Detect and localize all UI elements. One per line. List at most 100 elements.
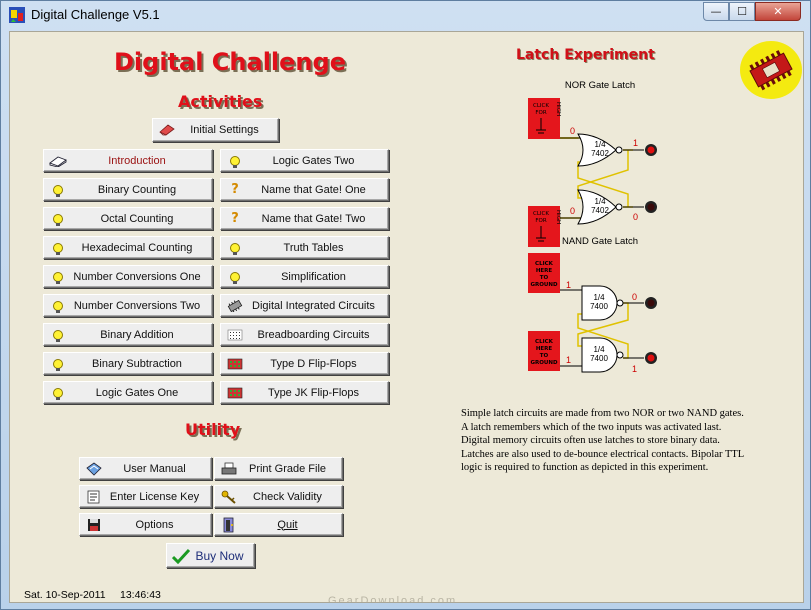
chip-icon <box>225 299 245 312</box>
activity-name-that-gate-one-button[interactable]: ? Name that Gate! One <box>220 178 389 201</box>
flipflop-icon <box>225 387 245 399</box>
nand-input-top-state: 1 <box>566 280 571 290</box>
nor-output-top-state: 1 <box>633 138 638 148</box>
options-label: Options <box>135 518 174 531</box>
activity-type-jk-flip-flops-button[interactable]: Type JK Flip-Flops <box>220 381 389 404</box>
activity-label: Binary Subtraction <box>92 357 182 370</box>
initial-settings-label: Initial Settings <box>190 124 259 136</box>
lightbulb-icon <box>225 155 245 168</box>
lightbulb-icon <box>48 271 68 284</box>
minimize-button[interactable]: — <box>703 2 729 21</box>
nand-bottom-switch-line4: GROUND <box>530 360 557 366</box>
activity-label: Type D Flip-Flops <box>270 357 357 370</box>
lightbulb-icon <box>225 271 245 284</box>
options-button[interactable]: Options <box>79 513 212 536</box>
nand-top-switch[interactable]: CLICK HERE TO GROUND <box>528 253 560 293</box>
activity-name-that-gate-two-button[interactable]: ? Name that Gate! Two <box>220 207 389 230</box>
lightbulb-icon <box>48 358 68 371</box>
nor-bottom-switch[interactable]: CLICK FOR HIGH <box>528 206 561 247</box>
activity-label: Digital Integrated Circuits <box>252 299 375 312</box>
user-manual-label: User Manual <box>123 462 186 475</box>
lightbulb-icon <box>225 242 245 255</box>
nor-top-gate-fraction: 1/4 <box>594 140 606 149</box>
nand-bottom-gate-fraction: 1/4 <box>593 345 605 354</box>
activity-octal-counting-button[interactable]: Octal Counting <box>43 207 213 230</box>
nand-bottom-switch-line2: HERE <box>536 346 553 352</box>
enter-license-key-button[interactable]: Enter License Key <box>79 485 212 508</box>
nand-top-switch-line3: TO <box>540 275 549 281</box>
nor-top-switch-high: HIGH <box>555 102 561 116</box>
nand-top-switch-line4: GROUND <box>530 282 557 288</box>
user-manual-button[interactable]: User Manual <box>79 457 212 480</box>
nor-bottom-switch-line2: FOR <box>535 218 546 224</box>
lightbulb-icon <box>48 242 68 255</box>
activities-heading: Activities <box>178 92 263 111</box>
nor-top-switch[interactable]: CLICK FOR HIGH <box>528 98 561 139</box>
lightbulb-icon <box>48 213 68 226</box>
app-heading: Digital Challenge <box>114 48 346 76</box>
activity-label: Binary Addition <box>100 328 174 341</box>
activity-label: Number Conversions One <box>73 270 201 283</box>
latch-experiment-heading: Latch Experiment <box>516 47 655 63</box>
nand-bottom-switch-line3: TO <box>540 353 549 359</box>
breadboard-icon <box>225 329 245 341</box>
printer-icon <box>219 462 239 476</box>
quit-label: Quit <box>277 518 298 531</box>
utility-heading: Utility <box>185 420 241 439</box>
lightbulb-icon <box>48 184 68 197</box>
license-key-icon <box>84 490 104 504</box>
latch-diagrams: NOR Gate Latch CLICK FOR HIGH CLICK FOR … <box>528 80 657 374</box>
status-time: 13:46:43 <box>120 589 161 601</box>
nor-bottom-gate-fraction: 1/4 <box>594 197 606 206</box>
activity-type-d-flip-flops-button[interactable]: Type D Flip-Flops <box>220 352 389 375</box>
activity-introduction-button[interactable]: Introduction <box>43 149 213 172</box>
nand-top-switch-line1: CLICK <box>535 261 554 267</box>
question-icon: ? <box>231 211 239 226</box>
buy-now-button[interactable]: Buy Now <box>166 543 255 568</box>
nand-top-gate-part: 7400 <box>590 302 608 311</box>
activity-label: Simplification <box>281 270 346 283</box>
activity-label: Name that Gate! One <box>261 183 366 196</box>
flipflop-icon <box>225 358 245 370</box>
print-grade-file-label: Print Grade File <box>248 462 327 475</box>
quit-button[interactable]: Quit <box>214 513 343 536</box>
activity-label: Truth Tables <box>283 241 344 254</box>
enter-license-key-label: Enter License Key <box>109 490 200 503</box>
maximize-button[interactable]: ☐ <box>729 2 755 21</box>
nand-output-top-state: 0 <box>632 292 637 302</box>
activity-logic-gates-one-button[interactable]: Logic Gates One <box>43 381 213 404</box>
nor-bottom-switch-high: HIGH <box>555 210 561 224</box>
status-date: Sat. 10-Sep-2011 <box>24 589 106 601</box>
title-bar[interactable]: Digital Challenge V5.1 — ☐ ✕ <box>1 1 810 29</box>
nor-top-switch-line2: FOR <box>535 110 546 116</box>
check-validity-button[interactable]: Check Validity <box>214 485 343 508</box>
nand-input-bottom-state: 1 <box>566 355 571 365</box>
activity-label: Octal Counting <box>100 212 174 225</box>
app-icon <box>9 7 25 23</box>
activity-number-conversions-two-button[interactable]: Number Conversions Two <box>43 294 213 317</box>
book-icon <box>48 155 68 167</box>
activity-logic-gates-two-button[interactable]: Logic Gates Two <box>220 149 389 172</box>
activity-digital-integrated-circuits-button[interactable]: Digital Integrated Circuits <box>220 294 389 317</box>
activity-breadboarding-circuits-button[interactable]: Breadboarding Circuits <box>220 323 389 346</box>
activity-simplification-button[interactable]: Simplification <box>220 265 389 288</box>
activity-label: Logic Gates Two <box>272 154 355 167</box>
activity-hexadecimal-counting-button[interactable]: Hexadecimal Counting <box>43 236 213 259</box>
activity-binary-counting-button[interactable]: Binary Counting <box>43 178 213 201</box>
activity-binary-addition-button[interactable]: Binary Addition <box>43 323 213 346</box>
activity-label: Breadboarding Circuits <box>257 328 370 341</box>
initial-settings-button[interactable]: Initial Settings <box>152 118 279 142</box>
nand-bottom-switch-line1: CLICK <box>535 339 554 345</box>
activity-label: Name that Gate! Two <box>261 212 366 225</box>
nor-bottom-gate-part: 7402 <box>591 206 609 215</box>
close-button[interactable]: ✕ <box>755 2 801 21</box>
lightbulb-icon <box>48 329 68 342</box>
activity-binary-subtraction-button[interactable]: Binary Subtraction <box>43 352 213 375</box>
print-grade-file-button[interactable]: Print Grade File <box>214 457 343 480</box>
lightbulb-icon <box>48 300 68 313</box>
nand-bottom-switch[interactable]: CLICK HERE TO GROUND <box>528 331 560 371</box>
nor-latch-title: NOR Gate Latch <box>565 80 635 91</box>
activity-number-conversions-one-button[interactable]: Number Conversions One <box>43 265 213 288</box>
activity-truth-tables-button[interactable]: Truth Tables <box>220 236 389 259</box>
latch-description: Simple latch circuits are made from two … <box>461 408 744 473</box>
